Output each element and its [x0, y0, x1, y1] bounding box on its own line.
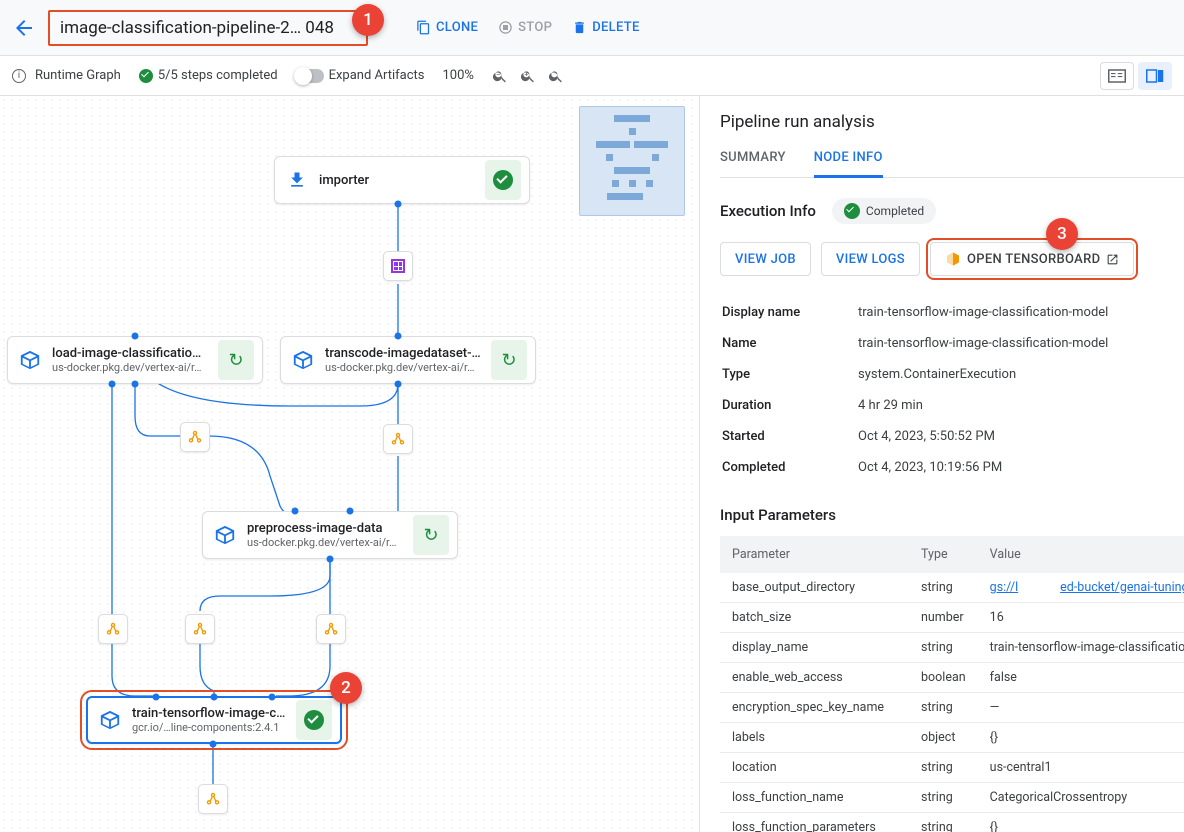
node-transcode[interactable]: transcode-imagedataset-…us-docker.pkg.de…: [280, 336, 536, 384]
artifact-node[interactable]: [198, 784, 228, 814]
node-preprocess[interactable]: preprocess-image-dataus-docker.pkg.dev/v…: [202, 511, 458, 559]
param-row: encryption_spec_key_namestring—: [720, 693, 1184, 723]
callout-badge-3: 3: [1046, 218, 1078, 250]
param-row: locationstringus-central1: [720, 753, 1184, 783]
toolbar: iRuntime Graph 5/5 steps completed Expan…: [0, 56, 1184, 96]
view-logs-button[interactable]: VIEW LOGS: [821, 242, 920, 276]
back-arrow-icon[interactable]: [12, 16, 36, 40]
view-mode-b[interactable]: [1138, 62, 1172, 90]
minimap[interactable]: [579, 106, 685, 216]
clone-button[interactable]: CLONE: [416, 20, 478, 35]
param-row: loss_function_namestringCategoricalCross…: [720, 783, 1184, 813]
view-job-button[interactable]: VIEW JOB: [720, 242, 811, 276]
delete-button[interactable]: DELETE: [572, 20, 639, 35]
node-importer[interactable]: importer: [274, 156, 530, 204]
status-pill: Completed: [832, 198, 936, 224]
pipeline-name: image-classification-pipeline-2… 048: [48, 10, 368, 46]
zoom-reset-icon[interactable]: [548, 68, 564, 84]
param-row: batch_sizenumber16: [720, 603, 1184, 633]
steps-completed: 5/5 steps completed: [139, 68, 278, 83]
param-row: base_output_directorystringgs://led-buck…: [720, 573, 1184, 603]
runtime-graph[interactable]: iRuntime Graph: [12, 68, 121, 83]
view-mode-a[interactable]: [1100, 62, 1134, 90]
callout-badge-2: 2: [330, 672, 362, 704]
param-row: display_namestringtrain-tensorflow-image…: [720, 633, 1184, 663]
artifact-node[interactable]: [316, 614, 346, 644]
check-icon: [139, 69, 153, 83]
tab-node-info[interactable]: NODE INFO: [814, 150, 883, 178]
sidebar-title: Pipeline run analysis: [720, 112, 1184, 132]
artifact-node[interactable]: [383, 424, 413, 454]
sidebar: Pipeline run analysis SUMMARY NODE INFO …: [699, 96, 1184, 832]
callout-badge-1: 1: [352, 4, 384, 36]
stop-button: STOP: [498, 20, 552, 35]
canvas[interactable]: importer load-image-classificatio…us-doc…: [0, 96, 699, 832]
param-row: enable_web_accessbooleanfalse: [720, 663, 1184, 693]
tab-summary[interactable]: SUMMARY: [720, 150, 786, 177]
top-bar: image-classification-pipeline-2… 048 1 C…: [0, 0, 1184, 56]
param-row: labelsobject{}: [720, 723, 1184, 753]
input-params-heading: Input Parameters: [720, 506, 1184, 524]
tabs: SUMMARY NODE INFO: [720, 150, 1184, 178]
zoom-in-icon[interactable]: [520, 68, 536, 84]
info-table: Display nametrain-tensorflow-image-class…: [720, 296, 1184, 484]
artifact-node[interactable]: [180, 422, 210, 452]
open-tensorboard-button[interactable]: OPEN TENSORBOARD: [930, 242, 1134, 276]
expand-artifacts-toggle[interactable]: Expand Artifacts: [296, 68, 425, 83]
node-load[interactable]: load-image-classificatio…us-docker.pkg.d…: [7, 336, 263, 384]
zoom-level: 100%: [443, 68, 474, 83]
param-row: loss_function_parametersstring{}: [720, 813, 1184, 832]
params-table: ParameterTypeValue base_output_directory…: [720, 536, 1184, 832]
execution-info-heading: Execution Info: [720, 202, 816, 220]
node-train[interactable]: train-tensorflow-image-c…gcr.io/…line-co…: [86, 696, 342, 744]
artifact-node[interactable]: [383, 251, 413, 281]
artifact-node[interactable]: [98, 614, 128, 644]
zoom-out-icon[interactable]: [492, 68, 508, 84]
artifact-node[interactable]: [185, 614, 215, 644]
